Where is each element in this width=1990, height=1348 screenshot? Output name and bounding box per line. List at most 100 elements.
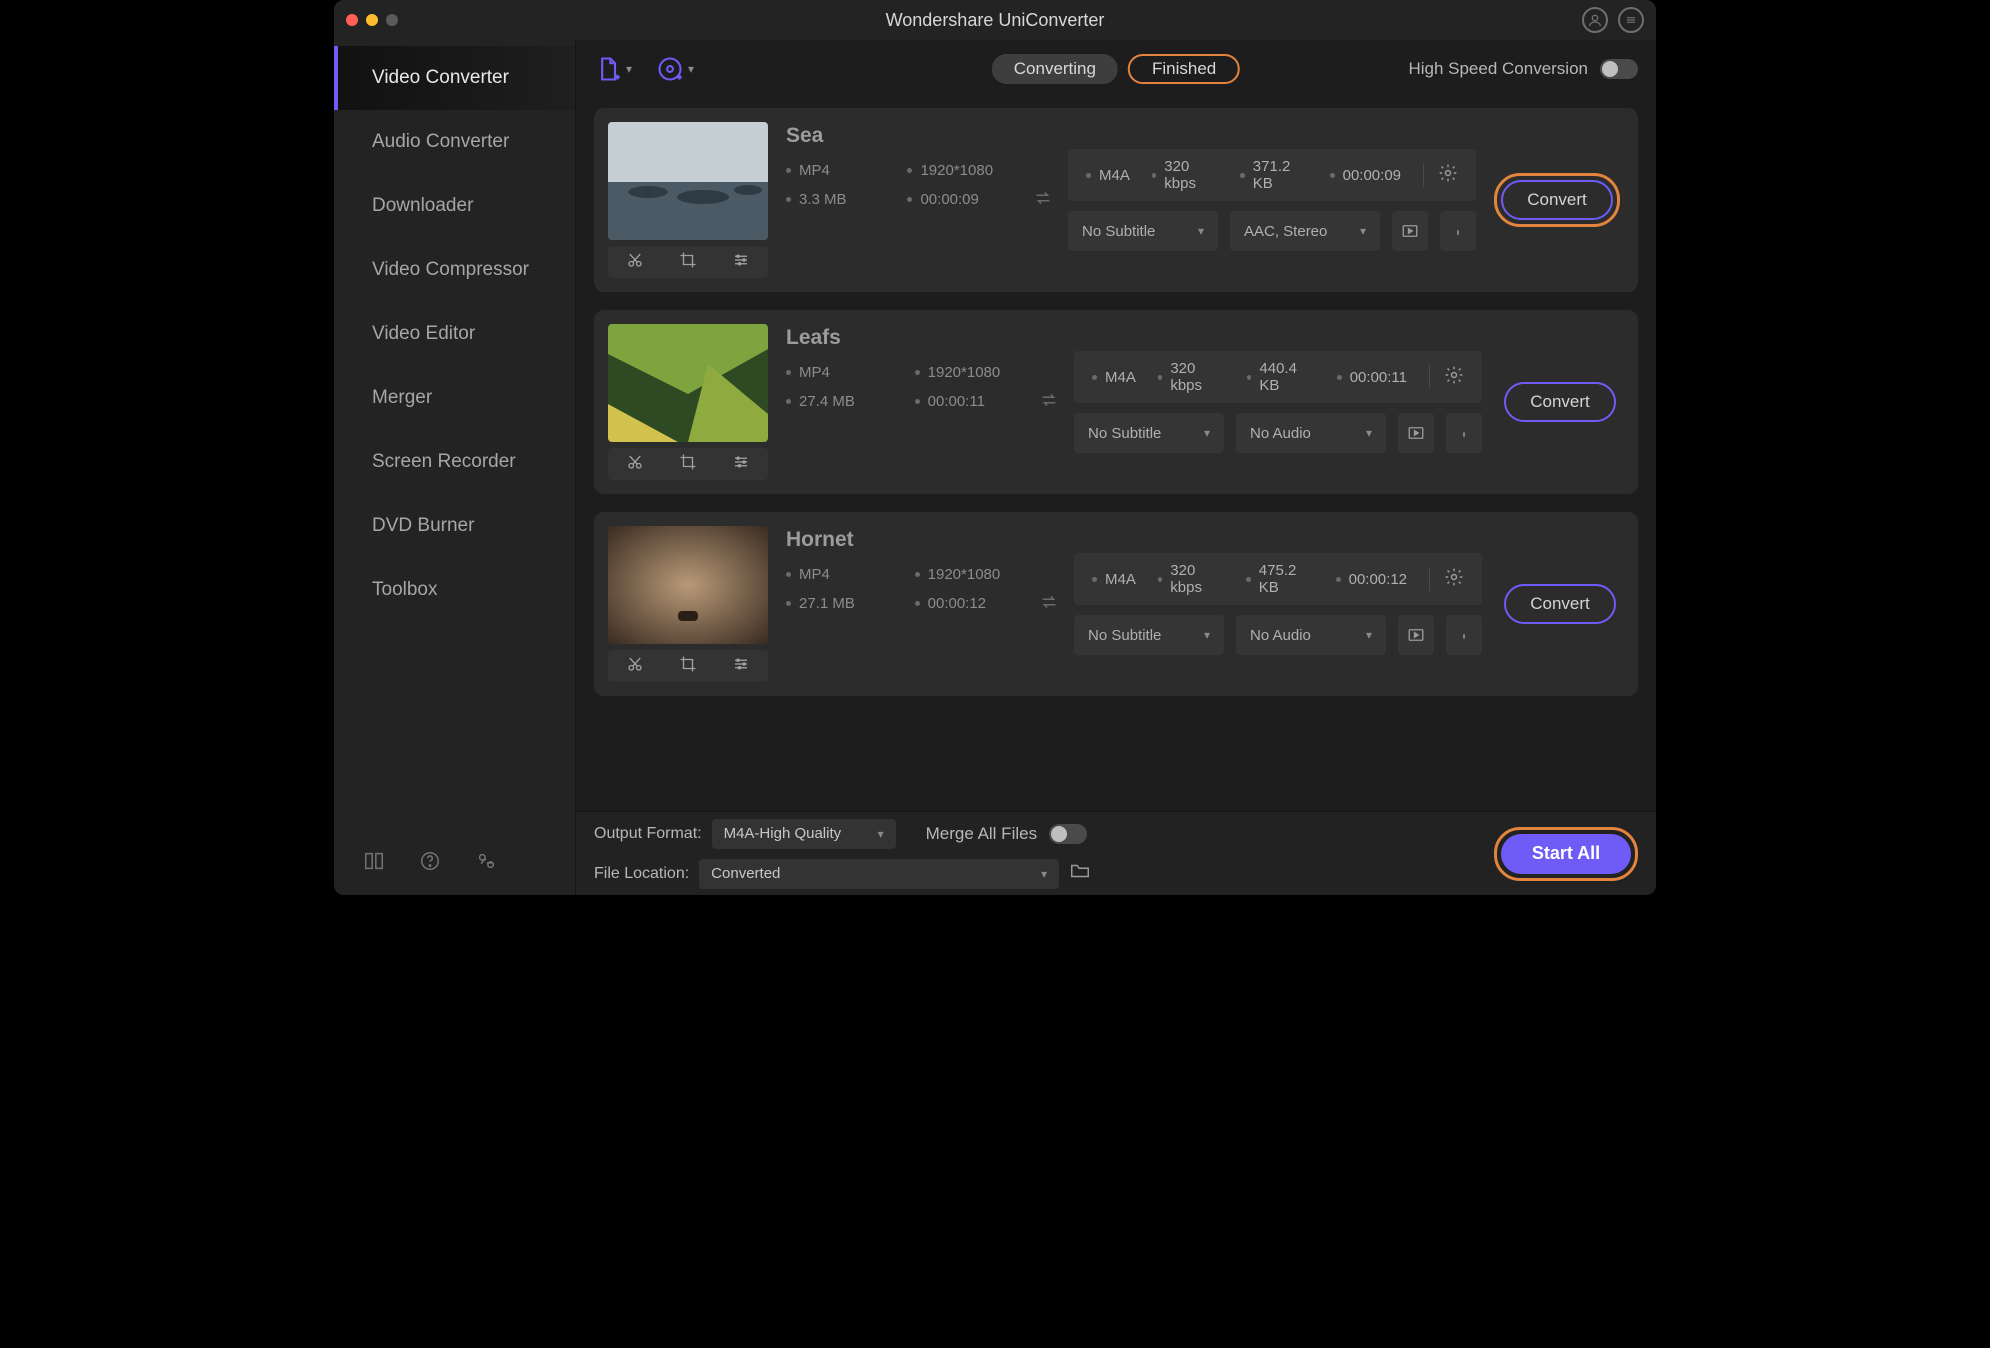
sidebar-item-dvd-burner[interactable]: DVD Burner — [334, 494, 575, 558]
sidebar-item-video-compressor[interactable]: Video Compressor — [334, 238, 575, 302]
sidebar-item-video-converter[interactable]: Video Converter — [334, 46, 575, 110]
share-icon[interactable] — [474, 849, 498, 873]
crop-icon[interactable] — [679, 453, 697, 476]
chevron-down-icon: ▾ — [1198, 224, 1204, 238]
high-speed-toggle[interactable] — [1600, 59, 1638, 79]
convert-button[interactable]: Convert — [1501, 180, 1613, 220]
merge-toggle[interactable] — [1049, 824, 1087, 844]
output-info: M4A 320 kbps 440.4 KB 00:00:11 — [1074, 351, 1482, 403]
effects-icon[interactable] — [732, 453, 750, 476]
settings-icon[interactable] — [1423, 163, 1458, 187]
audio-select[interactable]: AAC, Stereo▾ — [1230, 211, 1380, 251]
src-res: 1920*1080 — [928, 566, 1001, 583]
preview-icon[interactable] — [1392, 211, 1428, 251]
sidebar-item-downloader[interactable]: Downloader — [334, 174, 575, 238]
sidebar-item-label: Audio Converter — [372, 131, 509, 153]
tab-converting[interactable]: Converting — [992, 54, 1118, 84]
output-format-select[interactable]: M4A-High Quality▾ — [712, 819, 896, 849]
zoom-window-button[interactable] — [386, 14, 398, 26]
thumbnail[interactable] — [608, 526, 768, 644]
select-value: Converted — [711, 865, 780, 882]
out-dur: 00:00:12 — [1349, 571, 1407, 588]
sidebar-item-video-editor[interactable]: Video Editor — [334, 302, 575, 366]
audio-select[interactable]: No Audio▾ — [1236, 615, 1386, 655]
convert-button[interactable]: Convert — [1504, 382, 1616, 422]
merge-label: Merge All Files — [926, 824, 1037, 844]
out-bitrate: 320 kbps — [1164, 158, 1218, 192]
src-dur: 00:00:12 — [928, 595, 986, 612]
chevron-down-icon: ▾ — [1366, 426, 1372, 440]
file-location-select[interactable]: Converted ▾ — [699, 859, 1059, 889]
account-icon[interactable] — [1582, 7, 1608, 33]
source-meta: MP4 1920*1080 3.3 MB 00:00:09 — [786, 162, 1014, 208]
src-dur: 00:00:11 — [928, 393, 985, 410]
sidebar-footer — [334, 827, 575, 895]
edit-tools — [608, 448, 768, 480]
guide-icon[interactable] — [362, 849, 386, 873]
chevron-down-icon: ▾ — [1041, 867, 1047, 881]
src-format: MP4 — [799, 162, 830, 179]
settings-icon[interactable] — [1429, 365, 1464, 389]
chevron-down-icon: ▾ — [1204, 628, 1210, 642]
convert-wrap: Convert — [1500, 580, 1620, 628]
source-meta: MP4 1920*1080 27.4 MB 00:00:11 — [786, 364, 1020, 410]
settings-icon[interactable] — [1429, 567, 1464, 591]
select-value: No Subtitle — [1088, 627, 1161, 644]
trim-icon[interactable] — [626, 251, 644, 274]
file-title: Hornet — [786, 528, 1020, 552]
audio-select[interactable]: No Audio▾ — [1236, 413, 1386, 453]
sidebar-item-label: Merger — [372, 387, 432, 409]
convert-wrap: Convert — [1500, 378, 1620, 426]
add-file-button[interactable]: ▾ — [594, 55, 632, 83]
preview-icon[interactable] — [1398, 615, 1434, 655]
close-window-button[interactable] — [346, 14, 358, 26]
app-title: Wondershare UniConverter — [334, 10, 1656, 31]
effects-icon[interactable] — [732, 251, 750, 274]
high-speed-label: High Speed Conversion — [1408, 59, 1588, 79]
convert-button[interactable]: Convert — [1504, 584, 1616, 624]
info-icon[interactable] — [1446, 413, 1482, 453]
select-value: No Subtitle — [1088, 425, 1161, 442]
sidebar-item-screen-recorder[interactable]: Screen Recorder — [334, 430, 575, 494]
info-icon[interactable] — [1440, 211, 1476, 251]
file-card: Leafs MP4 1920*1080 27.4 MB 00:00:11 M4 — [594, 310, 1638, 494]
src-size: 3.3 MB — [799, 191, 847, 208]
sidebar-item-toolbox[interactable]: Toolbox — [334, 558, 575, 622]
preview-icon[interactable] — [1398, 413, 1434, 453]
out-format: M4A — [1105, 369, 1136, 386]
crop-icon[interactable] — [679, 251, 697, 274]
help-icon[interactable] — [418, 849, 442, 873]
info-icon[interactable] — [1446, 615, 1482, 655]
select-value: No Subtitle — [1082, 223, 1155, 240]
out-format: M4A — [1105, 571, 1136, 588]
subtitle-select[interactable]: No Subtitle ▾ — [1074, 413, 1224, 453]
out-dur: 00:00:11 — [1350, 369, 1407, 386]
crop-icon[interactable] — [679, 655, 697, 678]
trim-icon[interactable] — [626, 655, 644, 678]
tab-finished[interactable]: Finished — [1128, 54, 1240, 84]
chevron-down-icon: ▾ — [1204, 426, 1210, 440]
sidebar-item-audio-converter[interactable]: Audio Converter — [334, 110, 575, 174]
title-bar: Wondershare UniConverter — [334, 0, 1656, 40]
add-dvd-button[interactable]: ▾ — [656, 55, 694, 83]
start-all-button[interactable]: Start All — [1501, 834, 1631, 874]
out-size: 440.4 KB — [1259, 360, 1314, 394]
subtitle-select[interactable]: No Subtitle ▾ — [1068, 211, 1218, 251]
window-controls — [346, 14, 398, 26]
thumbnail[interactable] — [608, 324, 768, 442]
out-size: 371.2 KB — [1253, 158, 1308, 192]
out-format: M4A — [1099, 167, 1130, 184]
chevron-down-icon: ▾ — [626, 62, 632, 76]
edit-tools — [608, 650, 768, 682]
trim-icon[interactable] — [626, 453, 644, 476]
start-all-highlight: Start All — [1494, 827, 1638, 881]
thumbnail[interactable] — [608, 122, 768, 240]
subtitle-select[interactable]: No Subtitle ▾ — [1074, 615, 1224, 655]
out-bitrate: 320 kbps — [1170, 562, 1224, 596]
minimize-window-button[interactable] — [366, 14, 378, 26]
open-folder-icon[interactable] — [1069, 860, 1091, 887]
menu-icon[interactable] — [1618, 7, 1644, 33]
output-format-label: Output Format: — [594, 825, 702, 843]
sidebar-item-merger[interactable]: Merger — [334, 366, 575, 430]
effects-icon[interactable] — [732, 655, 750, 678]
